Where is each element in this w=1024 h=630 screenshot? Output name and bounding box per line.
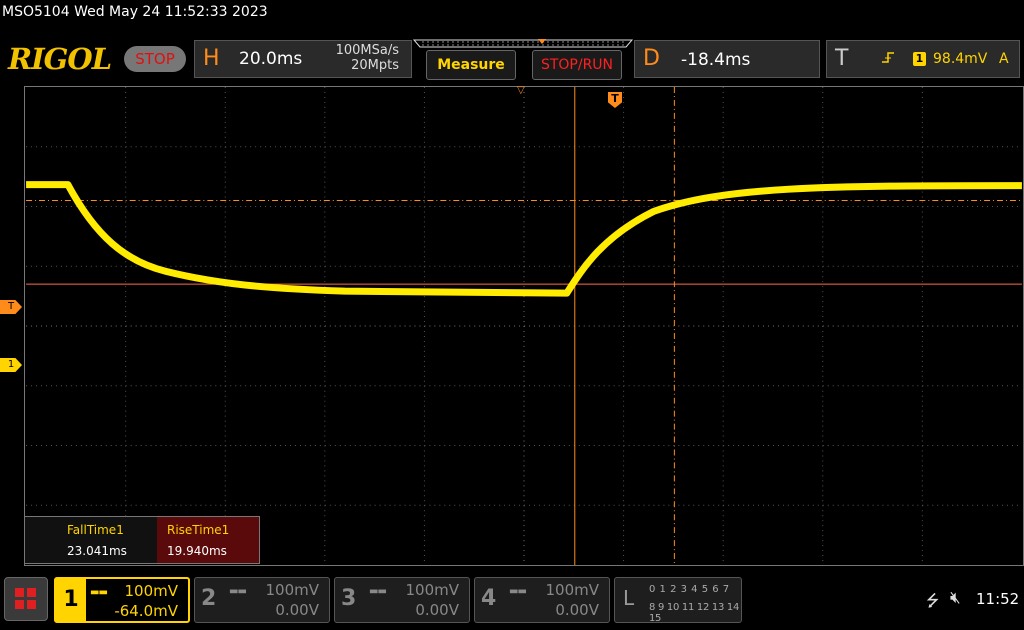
horizontal-label: H (203, 46, 220, 71)
grid-menu-icon (15, 588, 36, 609)
channel-offset: 0.00V (555, 601, 599, 619)
measurement-name: FallTime1 (67, 523, 124, 537)
memory-position-bar[interactable] (412, 38, 634, 48)
channel-2-panel[interactable]: 2 ▬▬ 100mV 0.00V (194, 577, 330, 623)
graticule (26, 87, 1022, 565)
logic-label: L (623, 586, 635, 610)
channel-scale: 100mV (405, 581, 459, 599)
channel-scale: 100mV (124, 582, 178, 600)
trigger-mode: A (999, 51, 1009, 67)
stop-run-button[interactable]: STOP/RUN (532, 50, 622, 80)
ch1-ground-marker[interactable]: 1 (0, 358, 22, 372)
trigger-panel[interactable]: T 1 98.4mV A (826, 40, 1020, 78)
logic-channels-low: 0 1 2 3 4 5 6 7 (649, 584, 730, 595)
device-status-line: MSO5104 Wed May 24 11:52:33 2023 (2, 4, 268, 20)
trigger-level-marker[interactable]: T (0, 300, 22, 314)
dc-coupling-icon: ▬▬ (229, 586, 247, 597)
measurement-value: 23.041ms (67, 544, 127, 558)
channel-scale: 100mV (265, 581, 319, 599)
logic-channels-high: 8 9 10 11 12 13 14 15 (649, 602, 740, 624)
run-state-badge[interactable]: STOP (124, 46, 186, 72)
usb-icon: ⭍ (926, 591, 940, 610)
center-marker-icon: ▽ (517, 85, 525, 96)
trigger-source-badge: 1 (913, 52, 926, 66)
dc-coupling-icon: ▬▬ (369, 586, 387, 597)
channel-number: 4 (481, 586, 497, 611)
channel-offset: 0.00V (275, 601, 319, 619)
measure-button[interactable]: Measure (426, 50, 516, 80)
delay-value: -18.4ms (681, 50, 751, 70)
channel-3-panel[interactable]: 3 ▬▬ 100mV 0.00V (334, 577, 470, 623)
channel-number: 1 (56, 579, 86, 621)
channel-number: 3 (341, 586, 357, 611)
channel-number: 2 (201, 586, 217, 611)
rising-edge-icon (881, 50, 895, 68)
memory-depth: 20Mpts (351, 58, 399, 73)
channel-offset: -64.0mV (114, 602, 178, 620)
speaker-muted-icon[interactable]: 🔇︎ (950, 588, 961, 608)
measurement-rise-time[interactable]: RiseTime1 19.940ms (157, 517, 259, 563)
delay-label: D (643, 46, 660, 71)
horizontal-panel[interactable]: H 20.0ms 100MSa/s 20Mpts (194, 40, 412, 78)
memory-trigger-marker (538, 39, 546, 44)
measurement-value: 19.940ms (167, 544, 227, 558)
channel-scale: 100mV (545, 581, 599, 599)
logic-analyzer-panel[interactable]: L 0 1 2 3 4 5 6 7 8 9 10 11 12 13 14 15 (614, 577, 742, 624)
measurement-panel[interactable]: FallTime1 23.041ms RiseTime1 19.940ms (24, 516, 260, 564)
measurement-fall-time[interactable]: FallTime1 23.041ms (57, 517, 159, 563)
dc-coupling-icon: ▬▬ (90, 587, 108, 598)
dc-coupling-icon: ▬▬ (509, 586, 527, 597)
channel-offset: 0.00V (415, 601, 459, 619)
timebase-value: 20.0ms (239, 49, 303, 69)
sample-rate: 100MSa/s (335, 43, 399, 58)
trigger-level: 98.4mV (933, 51, 988, 67)
sample-info: 100MSa/s 20Mpts (336, 43, 399, 73)
system-clock: 11:52 (976, 590, 1020, 608)
rigol-logo: RIGOL (8, 42, 112, 76)
channel-4-panel[interactable]: 4 ▬▬ 100mV 0.00V (474, 577, 610, 623)
delay-panel[interactable]: D -18.4ms (634, 40, 820, 78)
channel-1-panel[interactable]: 1 ▬▬ 100mV -64.0mV (54, 577, 190, 623)
measurement-name: RiseTime1 (167, 523, 230, 537)
main-menu-button[interactable] (4, 577, 48, 621)
waveform-display[interactable] (24, 86, 1024, 566)
trigger-label: T (835, 46, 849, 71)
